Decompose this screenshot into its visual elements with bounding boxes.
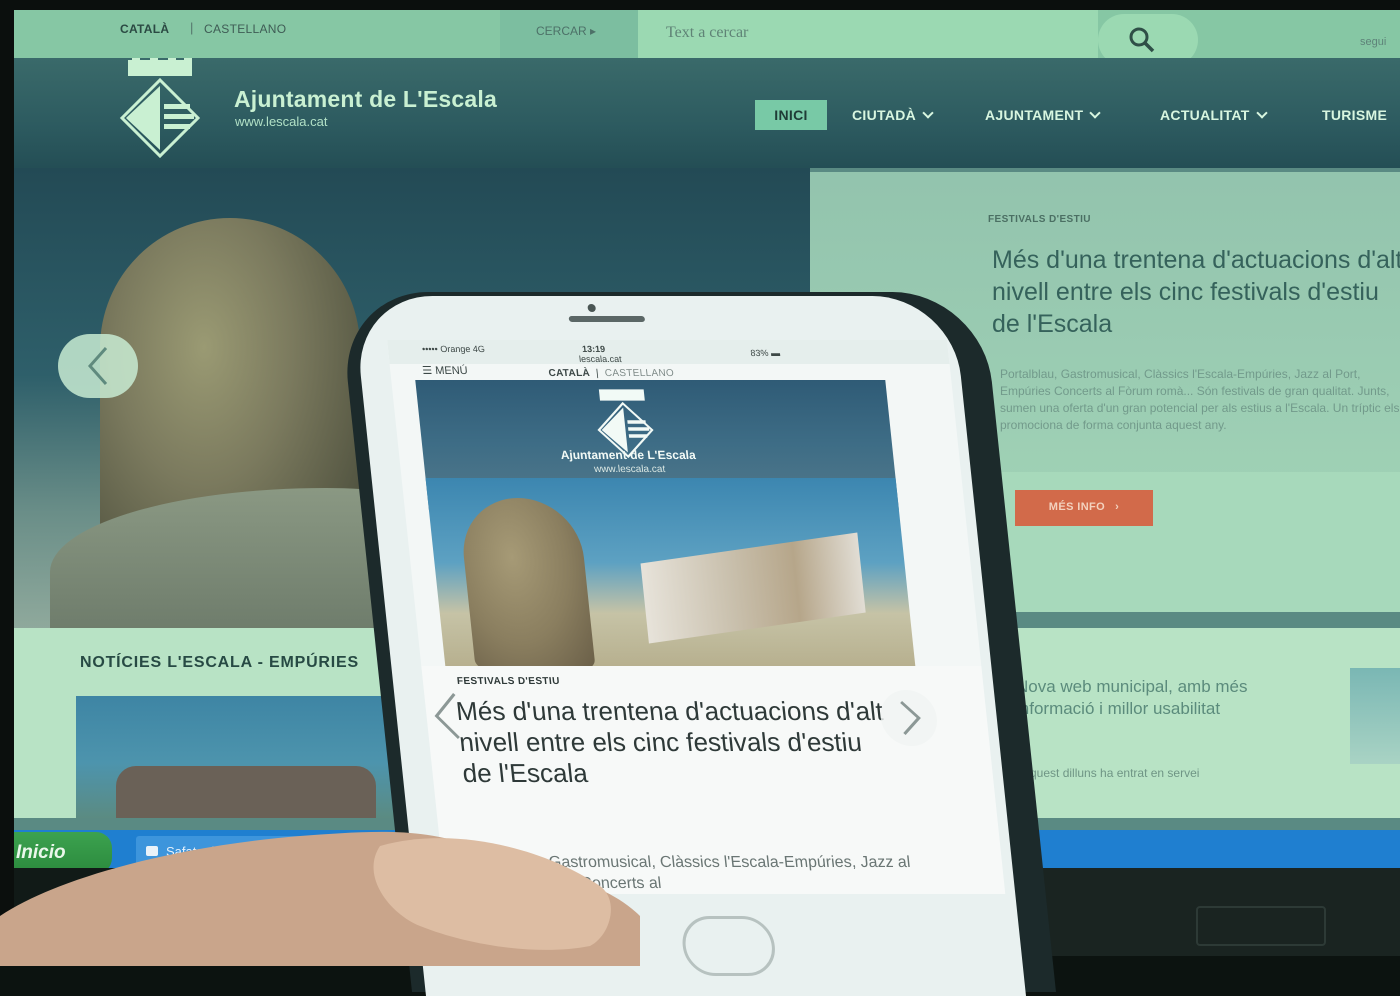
chevron-left-icon (434, 692, 460, 740)
top-bar: CATALÀ | CASTELLANO CERCAR ▸ Text a cerc… (10, 8, 1400, 66)
battery-label: 83% (749, 348, 769, 358)
more-info-label: MÉS INFO (1048, 501, 1106, 513)
phone-language-switch: CATALÀ | CASTELLANO (548, 368, 675, 379)
status-bar: ••••• Orange 4G 13:19 lescala.cat 83% ▬ (387, 340, 950, 364)
battery-icon: ▬ (770, 348, 781, 358)
clock: 13:19 (581, 344, 606, 354)
chevron-down-icon (1255, 107, 1268, 119)
lang-separator: | (190, 20, 194, 35)
news-photo[interactable] (76, 696, 396, 818)
stone-tower-image (457, 498, 596, 668)
nav-actualitat-label: ACTUALITAT (1160, 107, 1250, 123)
speaker-icon (568, 316, 646, 322)
news-heading: NOTÍCIES L'ESCALA - EMPÚRIES (80, 654, 359, 671)
monitor-bezel-top (0, 0, 1400, 10)
phone-site-title[interactable]: Ajuntament de L'Escala (422, 448, 833, 462)
hand-holding-phone (0, 831, 640, 966)
search-input[interactable]: Text a cercar (638, 8, 1098, 58)
nav-turisme[interactable]: TURISME (1322, 100, 1387, 130)
slide-category-tag: FESTIVALS D'ESTIU (988, 214, 1091, 225)
nav-ciutada-label: CIUTADÀ (852, 107, 917, 123)
municipal-shield-logo[interactable] (110, 58, 210, 158)
slide-body: Portalblau, Gastromusical, Clàssics l'Es… (1000, 367, 1400, 432)
battery-level: 83% ▬ (750, 348, 781, 358)
monitor-power-button[interactable] (1196, 906, 1326, 946)
nav-ajuntament[interactable]: AJUNTAMENT (985, 100, 1102, 130)
menu-button[interactable]: ☰ MENÚ (422, 364, 469, 377)
site-header: Ajuntament de L'Escala www.lescala.cat I… (10, 58, 1400, 168)
festival-brochure-image (640, 532, 866, 644)
news-card-body: Aquest dilluns ha entrat en servei (1022, 766, 1200, 780)
hamburger-icon: ☰ (421, 365, 433, 377)
phone-carousel-prev[interactable] (428, 690, 475, 742)
menu-label: MENÚ (434, 365, 469, 377)
chevron-left-icon (87, 347, 108, 385)
user-link[interactable]: segui (1360, 36, 1386, 48)
phone-slide-image (425, 478, 916, 668)
phone-lang-catala-link[interactable]: CATALÀ (548, 368, 591, 379)
site-url: www.lescala.cat (235, 114, 328, 129)
news-thumbnail[interactable] (1350, 668, 1400, 764)
nav-ajuntament-label: AJUNTAMENT (985, 107, 1084, 123)
address-bar[interactable]: lescala.cat (579, 354, 623, 364)
nav-actualitat[interactable]: ACTUALITAT (1160, 100, 1268, 130)
lang-separator: | (595, 368, 600, 379)
nav-turisme-label: TURISME (1322, 107, 1388, 123)
camera-icon (587, 304, 597, 312)
caret-right-icon: ▸ (590, 24, 597, 38)
chevron-down-icon (922, 107, 934, 119)
phone-lang-castellano-link[interactable]: CASTELLANO (604, 368, 674, 379)
carrier-label: ••••• Orange 4G (421, 344, 486, 354)
home-button[interactable] (679, 916, 778, 976)
search-scope-select[interactable]: CERCAR ▸ (500, 8, 638, 58)
chevron-right-icon (900, 700, 921, 736)
lang-catala-link[interactable]: CATALÀ (120, 22, 169, 36)
phone-slide-tag: FESTIVALS D'ESTIU (456, 676, 561, 687)
chevron-down-icon (1089, 107, 1102, 119)
lang-castellano-link[interactable]: CASTELLANO (204, 22, 286, 36)
caret-right-icon: › (1115, 501, 1120, 513)
phone-carousel-next[interactable] (877, 690, 940, 746)
search-scope-label: CERCAR (536, 24, 587, 38)
phone-slide-title[interactable]: Més d'una trentena d'actuacions d'alt ni… (454, 696, 894, 789)
site-title[interactable]: Ajuntament de L'Escala (234, 86, 497, 113)
nav-inici[interactable]: INICI (755, 100, 827, 130)
nav-inici-label: INICI (774, 107, 808, 123)
search-icon (1129, 27, 1155, 53)
nav-ciutada[interactable]: CIUTADÀ (852, 100, 934, 130)
phone-site-url: www.lescala.cat (593, 464, 666, 475)
news-card-title[interactable]: Nova web municipal, amb més informació i… (1016, 676, 1306, 720)
carousel-prev-button[interactable] (58, 334, 138, 398)
